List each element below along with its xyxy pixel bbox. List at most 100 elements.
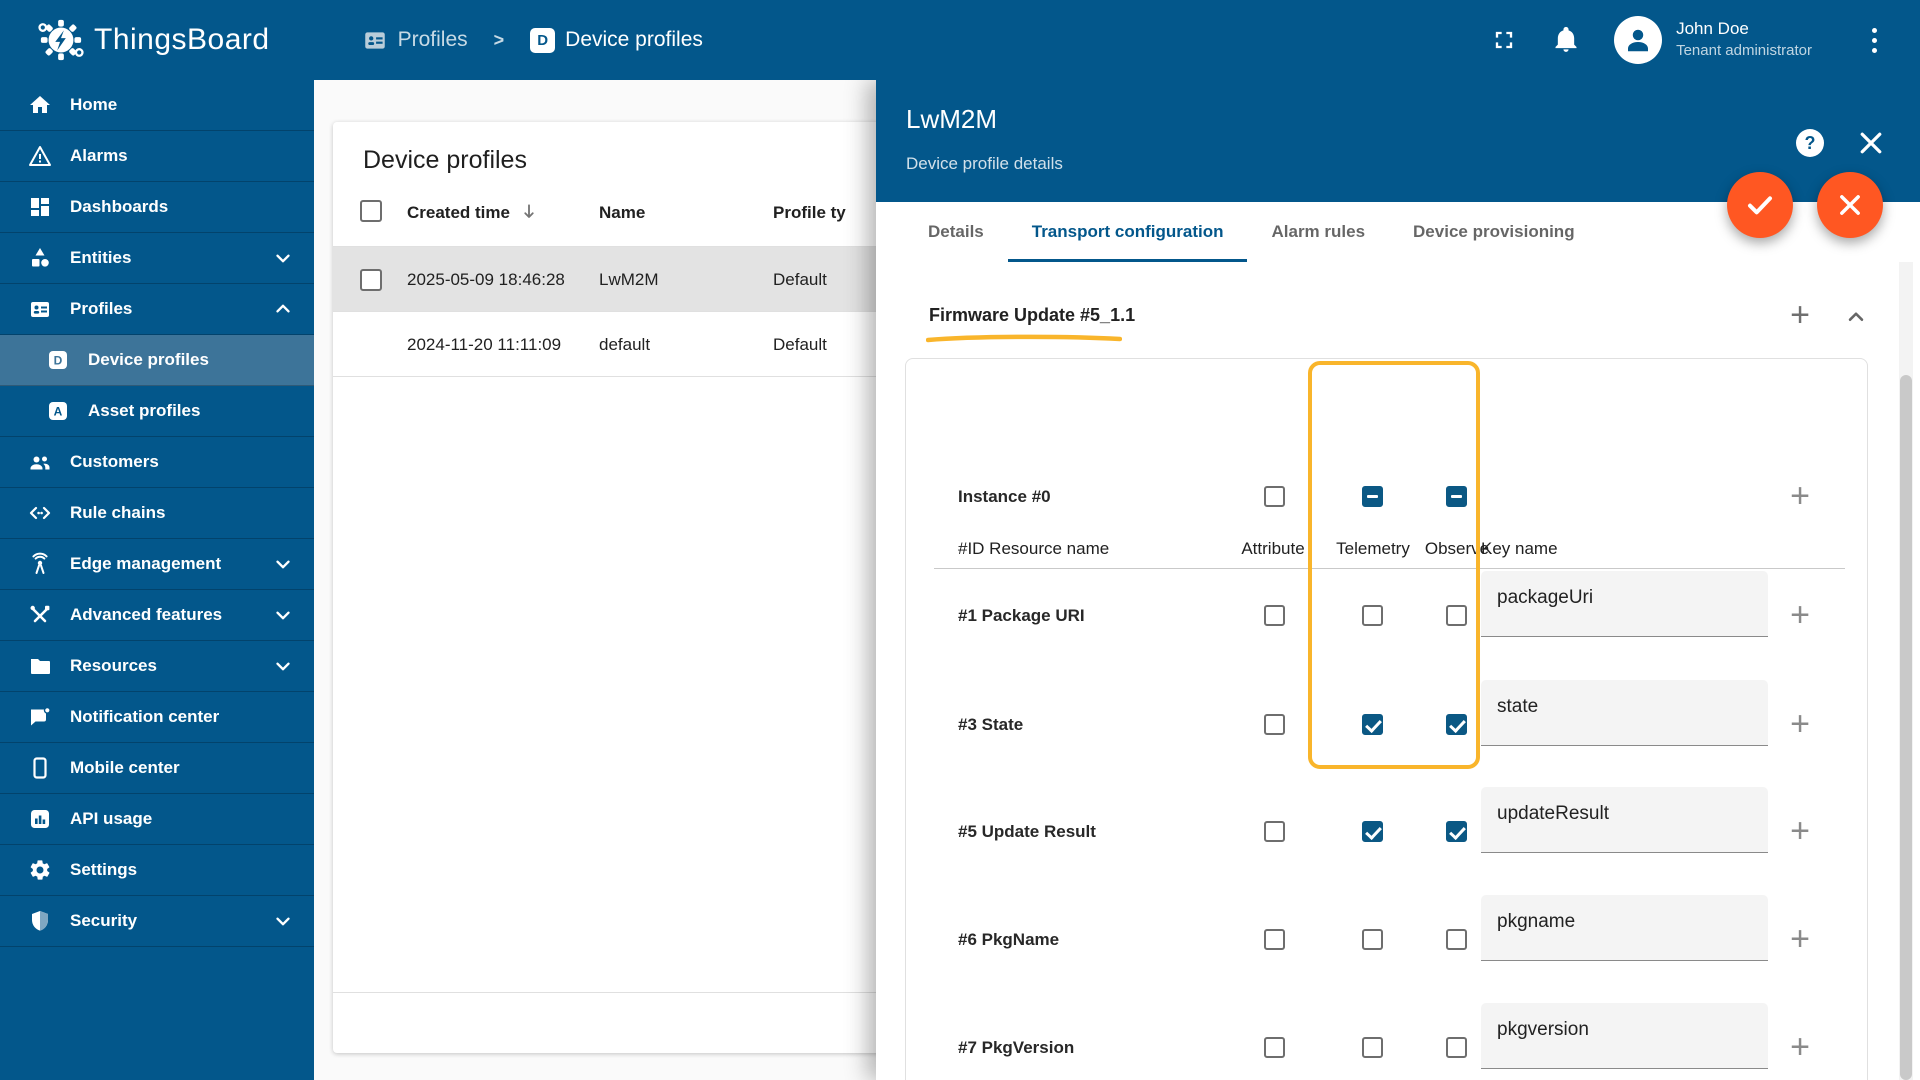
sidebar-item-rule-chains[interactable]: Rule chains [0, 488, 314, 539]
breadcrumb-device-profiles[interactable]: D Device profiles [530, 27, 703, 53]
sidebar-item-resources[interactable]: Resources [0, 641, 314, 692]
sidebar-item-dashboards[interactable]: Dashboards [0, 182, 314, 233]
panel-subtitle: Device profile details [906, 154, 1063, 173]
sidebar-item-mobile-center[interactable]: Mobile center [0, 743, 314, 794]
apply-changes-button[interactable] [1727, 172, 1793, 238]
add-attribute-lwm2m-button[interactable]: + [1784, 1030, 1816, 1064]
select-all-checkbox[interactable] [360, 200, 382, 222]
header-divider [934, 568, 1845, 569]
panel-scrollbar-thumb[interactable] [1900, 375, 1912, 1080]
sidebar-item-settings[interactable]: Settings [0, 845, 314, 896]
rule-chains-icon [29, 506, 51, 520]
mobile-icon [33, 757, 47, 779]
sidebar-item-customers[interactable]: Customers [0, 437, 314, 488]
notifications-bell-icon[interactable] [1552, 26, 1580, 54]
help-icon[interactable]: ? [1796, 129, 1824, 157]
tools-icon [30, 605, 50, 623]
telemetry-checkbox[interactable] [1362, 714, 1383, 735]
sidebar-item-notification-center[interactable]: Notification center [0, 692, 314, 743]
telemetry-checkbox[interactable] [1362, 821, 1383, 842]
user-name: John Doe [1676, 19, 1749, 39]
instance-telemetry-checkbox[interactable] [1362, 486, 1383, 507]
key-name-field[interactable]: pkgversion [1481, 1003, 1768, 1069]
tab-details[interactable]: Details [904, 202, 1008, 262]
column-profile-type[interactable]: Profile ty [773, 203, 846, 223]
instance-attribute-checkbox[interactable] [1264, 486, 1285, 507]
breadcrumb-profiles[interactable]: Profiles [362, 27, 468, 53]
user-info[interactable]: John Doe Tenant administrator [1676, 18, 1812, 61]
column-resource-name: #ID Resource name [958, 539, 1110, 558]
attribute-checkbox[interactable] [1264, 1037, 1285, 1058]
profiles-badge-icon [31, 302, 49, 317]
observe-checkbox[interactable] [1446, 714, 1467, 735]
column-telemetry: Telemetry [1336, 539, 1410, 558]
telemetry-checkbox[interactable] [1362, 929, 1383, 950]
breadcrumb-separator: > [493, 29, 505, 50]
chevron-down-icon [276, 917, 290, 926]
cross-icon [1840, 195, 1860, 215]
sidebar-item-profiles[interactable]: Profiles [0, 284, 314, 335]
add-attribute-lwm2m-button[interactable]: + [1784, 922, 1816, 956]
breadcrumb-device-profiles-label: Device profiles [565, 28, 703, 51]
key-name-field[interactable]: state [1481, 680, 1768, 746]
collapse-section-icon[interactable] [1843, 304, 1869, 330]
sidebar-item-entities[interactable]: Entities [0, 233, 314, 284]
close-icon[interactable] [1856, 128, 1886, 158]
chevron-down-icon [276, 560, 290, 569]
attribute-checkbox[interactable] [1264, 821, 1285, 842]
app-logo[interactable]: ThingsBoard [38, 17, 270, 63]
kebab-menu-icon[interactable] [1872, 27, 1878, 53]
header-actions: John Doe Tenant administrator [1490, 0, 1920, 80]
sidebar-item-security[interactable]: Security [0, 896, 314, 947]
add-attribute-lwm2m-button[interactable]: + [1784, 598, 1816, 632]
chevron-down-icon [276, 662, 290, 671]
tab-device-provisioning[interactable]: Device provisioning [1389, 202, 1599, 262]
observe-checkbox[interactable] [1446, 929, 1467, 950]
column-name[interactable]: Name [599, 203, 645, 223]
avatar[interactable] [1614, 16, 1663, 64]
page-title: Device profiles [363, 146, 527, 174]
telemetry-checkbox[interactable] [1362, 605, 1383, 626]
panel-title: LwM2M [906, 104, 998, 134]
discard-changes-button[interactable] [1817, 172, 1883, 238]
observe-checkbox[interactable] [1446, 605, 1467, 626]
add-attribute-lwm2m-button[interactable]: + [1784, 707, 1816, 741]
device-profile-d-icon: D [49, 351, 67, 369]
add-instance-button[interactable]: + [1784, 298, 1816, 332]
sidebar-item-api-usage[interactable]: API usage [0, 794, 314, 845]
sidebar-item-alarms[interactable]: Alarms [0, 131, 314, 182]
sort-desc-arrow-icon[interactable] [519, 202, 539, 222]
sidebar-item-advanced-features[interactable]: Advanced features [0, 590, 314, 641]
key-name-field[interactable]: packageUri [1481, 571, 1768, 637]
attribute-checkbox[interactable] [1264, 605, 1285, 626]
tab-transport-configuration[interactable]: Transport configuration [1007, 202, 1248, 262]
column-created-time[interactable]: Created time [407, 203, 510, 223]
edge-antenna-icon [32, 552, 48, 574]
telemetry-checkbox[interactable] [1362, 1037, 1383, 1058]
sidebar-item-home[interactable]: Home [0, 80, 314, 131]
asset-profile-a-icon: A [49, 402, 67, 420]
folder-icon [31, 659, 50, 674]
alarm-warning-icon [29, 146, 51, 166]
key-name-field[interactable]: updateResult [1481, 787, 1768, 853]
fullscreen-icon[interactable] [1490, 26, 1518, 54]
attribute-checkbox[interactable] [1264, 929, 1285, 950]
row-checkbox[interactable] [360, 269, 382, 291]
instance-observe-checkbox[interactable] [1446, 486, 1467, 507]
tab-alarm-rules[interactable]: Alarm rules [1247, 202, 1389, 262]
home-icon [30, 96, 50, 113]
key-name-field[interactable]: pkgname [1481, 895, 1768, 961]
entities-icon [32, 248, 49, 267]
instance-label: Instance #0 [958, 487, 1051, 506]
breadcrumb-profiles-label: Profiles [397, 28, 468, 51]
observe-checkbox[interactable] [1446, 1037, 1467, 1058]
add-resource-button[interactable]: + [1784, 479, 1816, 513]
observe-checkbox[interactable] [1446, 821, 1467, 842]
sidebar-item-edge-management[interactable]: Edge management [0, 539, 314, 590]
add-attribute-lwm2m-button[interactable]: + [1784, 814, 1816, 848]
chevron-down-icon [276, 611, 290, 620]
sidebar-item-device-profiles[interactable]: D Device profiles [0, 335, 314, 386]
breadcrumb: Profiles > D Device profiles [362, 27, 703, 53]
sidebar-item-asset-profiles[interactable]: A Asset profiles [0, 386, 314, 437]
attribute-checkbox[interactable] [1264, 714, 1285, 735]
